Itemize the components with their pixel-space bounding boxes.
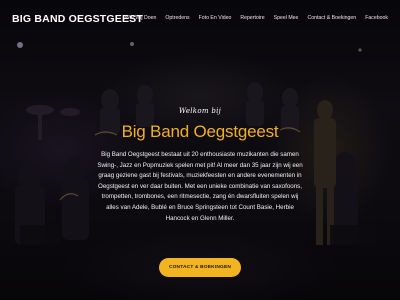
nav-item-contact-boekingen[interactable]: Contact & Boekingen [307,15,356,21]
site-logo[interactable]: BIG BAND OEGSTGEEST [12,13,143,25]
nav-item-speel-mee[interactable]: Speel Mee [274,15,299,21]
hero-headline: Big Band Oegstgeest [121,122,279,141]
nav-item-wat-wij-doen[interactable]: Wat Wij Doen [125,15,157,21]
hero-description: Big Band Oegstgeest bestaat uit 20 entho… [97,151,303,222]
contact-boekingen-button[interactable]: CONTACT & BOEKINGEN [159,258,241,277]
nav-item-facebook[interactable]: Facebook [365,15,388,21]
welcome-script-text: Welkom bij [178,107,222,115]
nav-item-repertoire[interactable]: Repertoire [240,15,264,21]
hero-content: Welkom bij Big Band Oegstgeest Big Band … [80,104,320,224]
top-navbar: BIG BAND OEGSTGEEST Wat Wij Doen Optrede… [0,0,400,40]
main-nav: Wat Wij Doen Optredens Foto En Video Rep… [125,15,388,21]
nav-item-foto-en-video[interactable]: Foto En Video [199,15,232,21]
nav-item-optredens[interactable]: Optredens [165,15,189,21]
